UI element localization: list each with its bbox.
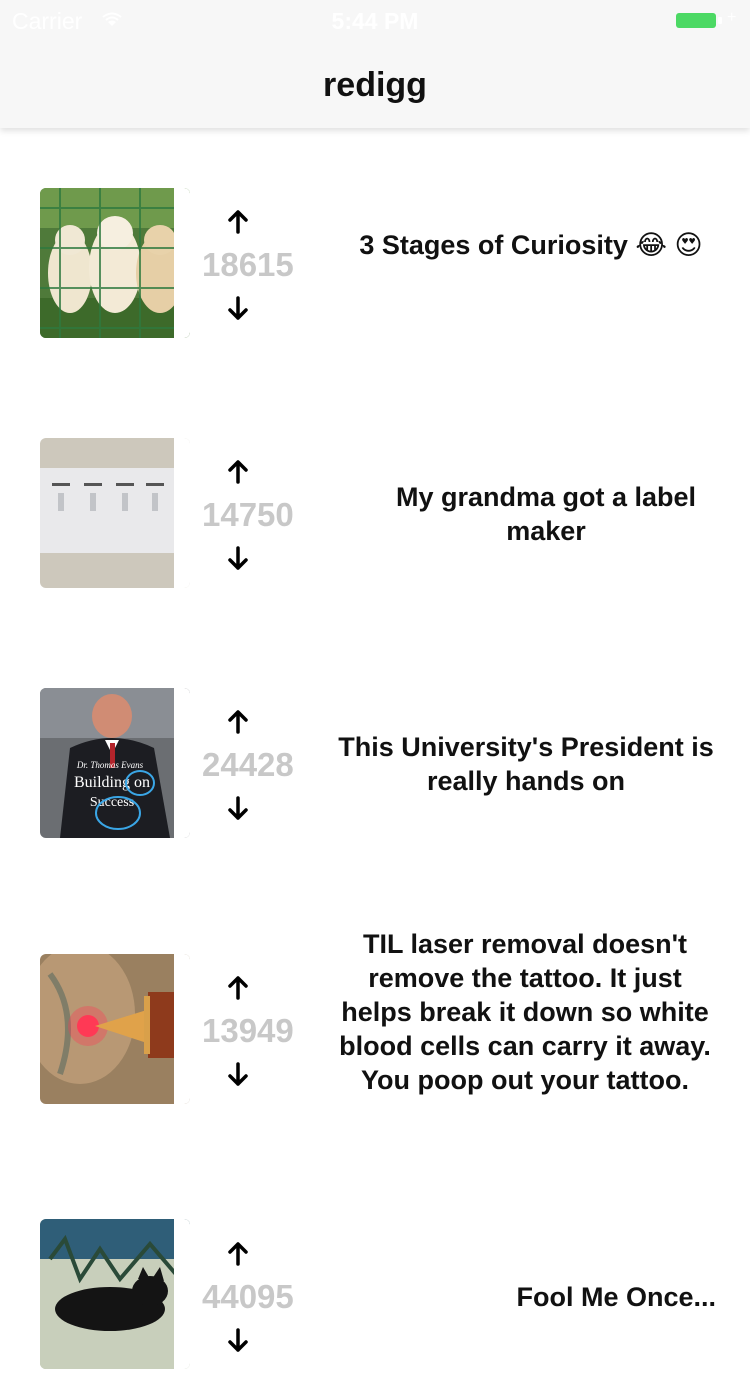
post-row[interactable]: 18615 3 Stages of Curiosity 😂 😍: [0, 128, 750, 378]
battery-tip: [718, 17, 722, 24]
post-title[interactable]: Fool Me Once...: [416, 1280, 716, 1314]
navigation-bar: Carrier 5:44 PM + redigg: [0, 0, 750, 128]
post-title[interactable]: This University's President is really ha…: [336, 730, 716, 798]
status-bar: Carrier 5:44 PM +: [0, 0, 750, 40]
puppies-image[interactable]: [40, 188, 190, 338]
page-title: redigg: [323, 66, 427, 104]
post-title[interactable]: 3 Stages of Curiosity 😂 😍: [346, 228, 716, 262]
post-row[interactable]: 13949 TIL laser removal doesn't remove t…: [0, 878, 750, 1144]
charging-icon: +: [727, 9, 737, 26]
upvote-icon[interactable]: [222, 456, 254, 488]
cat-image[interactable]: [40, 1219, 190, 1369]
post-row[interactable]: 44095 Fool Me Once...: [0, 1144, 750, 1394]
book-author-text: Dr. Thomas Evans: [76, 760, 144, 770]
downvote-icon[interactable]: [222, 1324, 254, 1356]
upvote-icon[interactable]: [222, 972, 254, 1004]
downvote-icon[interactable]: [222, 1058, 254, 1090]
light-switches-image[interactable]: [40, 438, 190, 588]
upvote-icon[interactable]: [222, 206, 254, 238]
downvote-icon[interactable]: [222, 292, 254, 324]
vote-score: 13949: [202, 1012, 294, 1049]
vote-score: 44095: [202, 1278, 294, 1315]
vote-score: 18615: [202, 246, 294, 283]
upvote-icon[interactable]: [222, 706, 254, 738]
post-title[interactable]: TIL laser removal doesn't remove the tat…: [334, 927, 716, 1097]
downvote-icon[interactable]: [222, 792, 254, 824]
status-time: 5:44 PM: [331, 8, 419, 34]
post-feed[interactable]: 18615 3 Stages of Curiosity 😂 😍 14750 My…: [0, 128, 750, 1394]
vote-score: 24428: [202, 746, 294, 783]
battery-icon: [676, 13, 716, 28]
post-row[interactable]: Dr. Thomas Evans Building on Success 244…: [0, 628, 750, 878]
post-title[interactable]: My grandma got a label maker: [376, 480, 716, 548]
downvote-icon[interactable]: [222, 542, 254, 574]
tattoo-laser-image[interactable]: [40, 954, 190, 1104]
president-photo-image[interactable]: Dr. Thomas Evans Building on Success: [40, 688, 190, 838]
upvote-icon[interactable]: [222, 1238, 254, 1270]
post-row[interactable]: 14750 My grandma got a label maker: [0, 378, 750, 628]
book-title-text: Building on: [74, 774, 150, 791]
vote-score: 14750: [202, 496, 294, 533]
